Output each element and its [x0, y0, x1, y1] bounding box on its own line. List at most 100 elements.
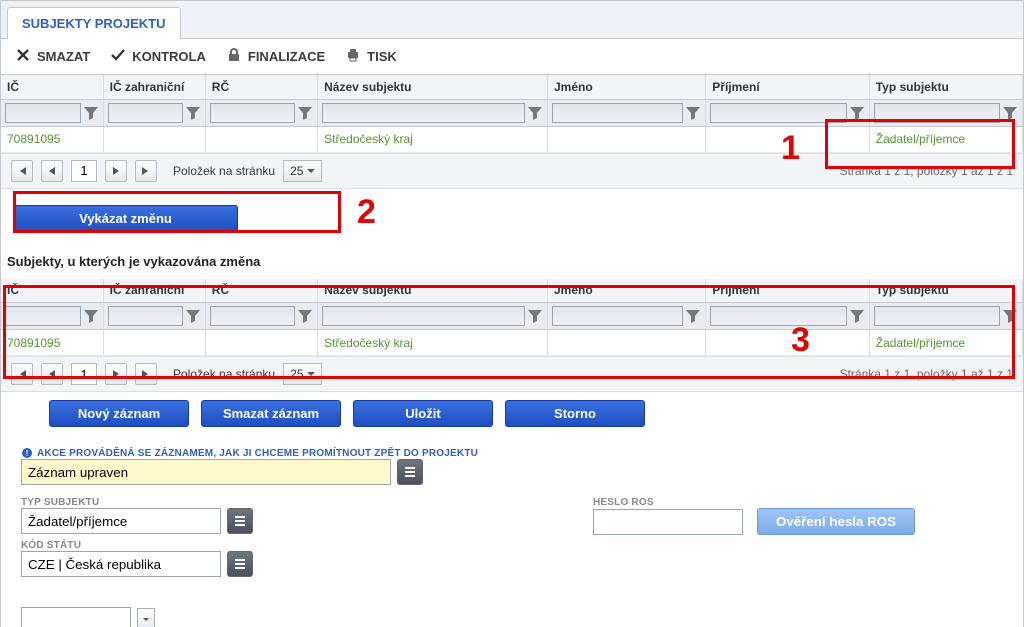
filter-icon[interactable]: [83, 308, 99, 324]
filter-typ[interactable]: [874, 306, 1000, 326]
tab-bar: SUBJEKTY PROJEKTU: [1, 1, 1023, 39]
filter-naz[interactable]: [322, 306, 525, 326]
filter-ic[interactable]: [5, 103, 81, 123]
overeni-hesla-button[interactable]: Ověření hesla ROS: [757, 508, 915, 535]
filter-jm[interactable]: [552, 103, 683, 123]
subjects-table-2: IČ IČ zahraniční RČ Název subjektu Jméno…: [1, 279, 1023, 357]
typ-input[interactable]: [21, 508, 221, 534]
filter-icon[interactable]: [527, 105, 543, 121]
akce-input[interactable]: [21, 459, 391, 485]
filter-icon[interactable]: [185, 105, 201, 121]
col-rc[interactable]: RČ: [205, 279, 317, 303]
filter-icon[interactable]: [685, 105, 701, 121]
filter-icon[interactable]: [185, 308, 201, 324]
filter-icon[interactable]: [83, 105, 99, 121]
filter-icz[interactable]: [108, 306, 183, 326]
filter-rc[interactable]: [210, 306, 295, 326]
cell-naz: Středočeský kraj: [324, 132, 413, 146]
check-icon: [110, 47, 126, 66]
svg-text:!: !: [26, 449, 29, 458]
cancel-button[interactable]: Storno: [505, 400, 645, 427]
pager-page-input[interactable]: [71, 160, 97, 182]
filter-icon[interactable]: [1002, 308, 1018, 324]
filter-icon[interactable]: [849, 308, 865, 324]
heslo-label: HESLO ROS: [593, 497, 915, 508]
pager-first[interactable]: [11, 160, 33, 182]
col-naz[interactable]: Název subjektu: [318, 279, 548, 303]
col-jm[interactable]: Jméno: [547, 75, 705, 99]
section-title: Subjekty, u kterých je vykazována změna: [1, 244, 1023, 279]
pager-items-select[interactable]: 25: [283, 160, 322, 182]
table-row[interactable]: 70891095 Středočeský kraj Žadatel/příjem…: [1, 126, 1023, 152]
cell-ic: 70891095: [7, 336, 60, 350]
tab-label: SUBJEKTY PROJEKTU: [22, 16, 166, 31]
new-record-button[interactable]: Nový záznam: [49, 400, 189, 427]
chevron-down-icon[interactable]: [137, 608, 155, 627]
print-button[interactable]: TISK: [345, 47, 397, 66]
pager-page-input[interactable]: [71, 363, 97, 385]
filter-icz[interactable]: [108, 103, 183, 123]
pager-last[interactable]: [135, 363, 157, 385]
col-pr[interactable]: Příjmení: [706, 75, 869, 99]
col-ic[interactable]: IČ: [1, 75, 103, 99]
filter-ic[interactable]: [5, 306, 81, 326]
col-ic[interactable]: IČ: [1, 279, 103, 303]
pager-items-label: Položek na stránku: [173, 164, 275, 178]
pager-1: Položek na stránku 25 Stránka 1 z 1, pol…: [1, 153, 1023, 189]
table-row[interactable]: 70891095 Středočeský kraj Žadatel/příjem…: [1, 330, 1023, 356]
typ-picker-button[interactable]: [227, 508, 253, 534]
filter-typ[interactable]: [874, 103, 1000, 123]
col-naz[interactable]: Název subjektu: [318, 75, 548, 99]
pager-prev[interactable]: [41, 160, 63, 182]
akce-picker-button[interactable]: [397, 459, 423, 485]
filter-jm[interactable]: [552, 306, 683, 326]
filter-icon[interactable]: [1002, 105, 1018, 121]
pager-next[interactable]: [105, 363, 127, 385]
filter-icon[interactable]: [297, 308, 313, 324]
filter-icon[interactable]: [297, 105, 313, 121]
cell-typ: Žadatel/příjemce: [876, 132, 965, 146]
finalize-button[interactable]: FINALIZACE: [226, 47, 325, 66]
filter-pr[interactable]: [710, 103, 846, 123]
check-button[interactable]: KONTROLA: [110, 47, 206, 66]
col-icz[interactable]: IČ zahraniční: [103, 279, 205, 303]
typ-label: TYP SUBJEKTU: [21, 497, 253, 508]
label: FINALIZACE: [248, 49, 325, 64]
lock-icon: [226, 47, 242, 66]
filter-naz[interactable]: [322, 103, 525, 123]
extra-input[interactable]: [21, 607, 131, 627]
close-icon: [15, 47, 31, 66]
delete-record-button[interactable]: Smazat záznam: [201, 400, 341, 427]
filter-icon[interactable]: [527, 308, 543, 324]
akce-label: ! AKCE PROVÁDĚNÁ SE ZÁZNAMEM, JAK JI CHC…: [21, 447, 1003, 459]
col-typ[interactable]: Typ subjektu: [869, 75, 1022, 99]
print-icon: [345, 47, 361, 66]
record-action-bar: Nový záznam Smazat záznam Uložit Storno: [1, 392, 1023, 435]
kod-picker-button[interactable]: [227, 551, 253, 577]
filter-icon[interactable]: [685, 308, 701, 324]
filter-pr[interactable]: [710, 306, 846, 326]
pager-first[interactable]: [11, 363, 33, 385]
col-jm[interactable]: Jméno: [547, 279, 705, 303]
col-pr[interactable]: Příjmení: [706, 279, 869, 303]
save-button[interactable]: Uložit: [353, 400, 493, 427]
cell-naz: Středočeský kraj: [324, 336, 413, 350]
filter-icon[interactable]: [849, 105, 865, 121]
kod-input[interactable]: [21, 551, 221, 577]
col-icz[interactable]: IČ zahraniční: [103, 75, 205, 99]
cell-ic: 70891095: [7, 132, 60, 146]
filter-rc[interactable]: [210, 103, 295, 123]
required-icon: !: [21, 447, 33, 459]
subject-form: ! AKCE PROVÁDĚNÁ SE ZÁZNAMEM, JAK JI CHC…: [1, 435, 1023, 627]
pager-last[interactable]: [135, 160, 157, 182]
label: SMAZAT: [37, 49, 90, 64]
heslo-input[interactable]: [593, 509, 743, 535]
col-rc[interactable]: RČ: [205, 75, 317, 99]
pager-prev[interactable]: [41, 363, 63, 385]
delete-button[interactable]: SMAZAT: [15, 47, 90, 66]
pager-items-select[interactable]: 25: [283, 363, 322, 385]
col-typ[interactable]: Typ subjektu: [869, 279, 1022, 303]
tab-subjekty[interactable]: SUBJEKTY PROJEKTU: [7, 7, 181, 39]
pager-next[interactable]: [105, 160, 127, 182]
vykazat-zmenu-button[interactable]: Vykázat změnu: [13, 205, 238, 232]
